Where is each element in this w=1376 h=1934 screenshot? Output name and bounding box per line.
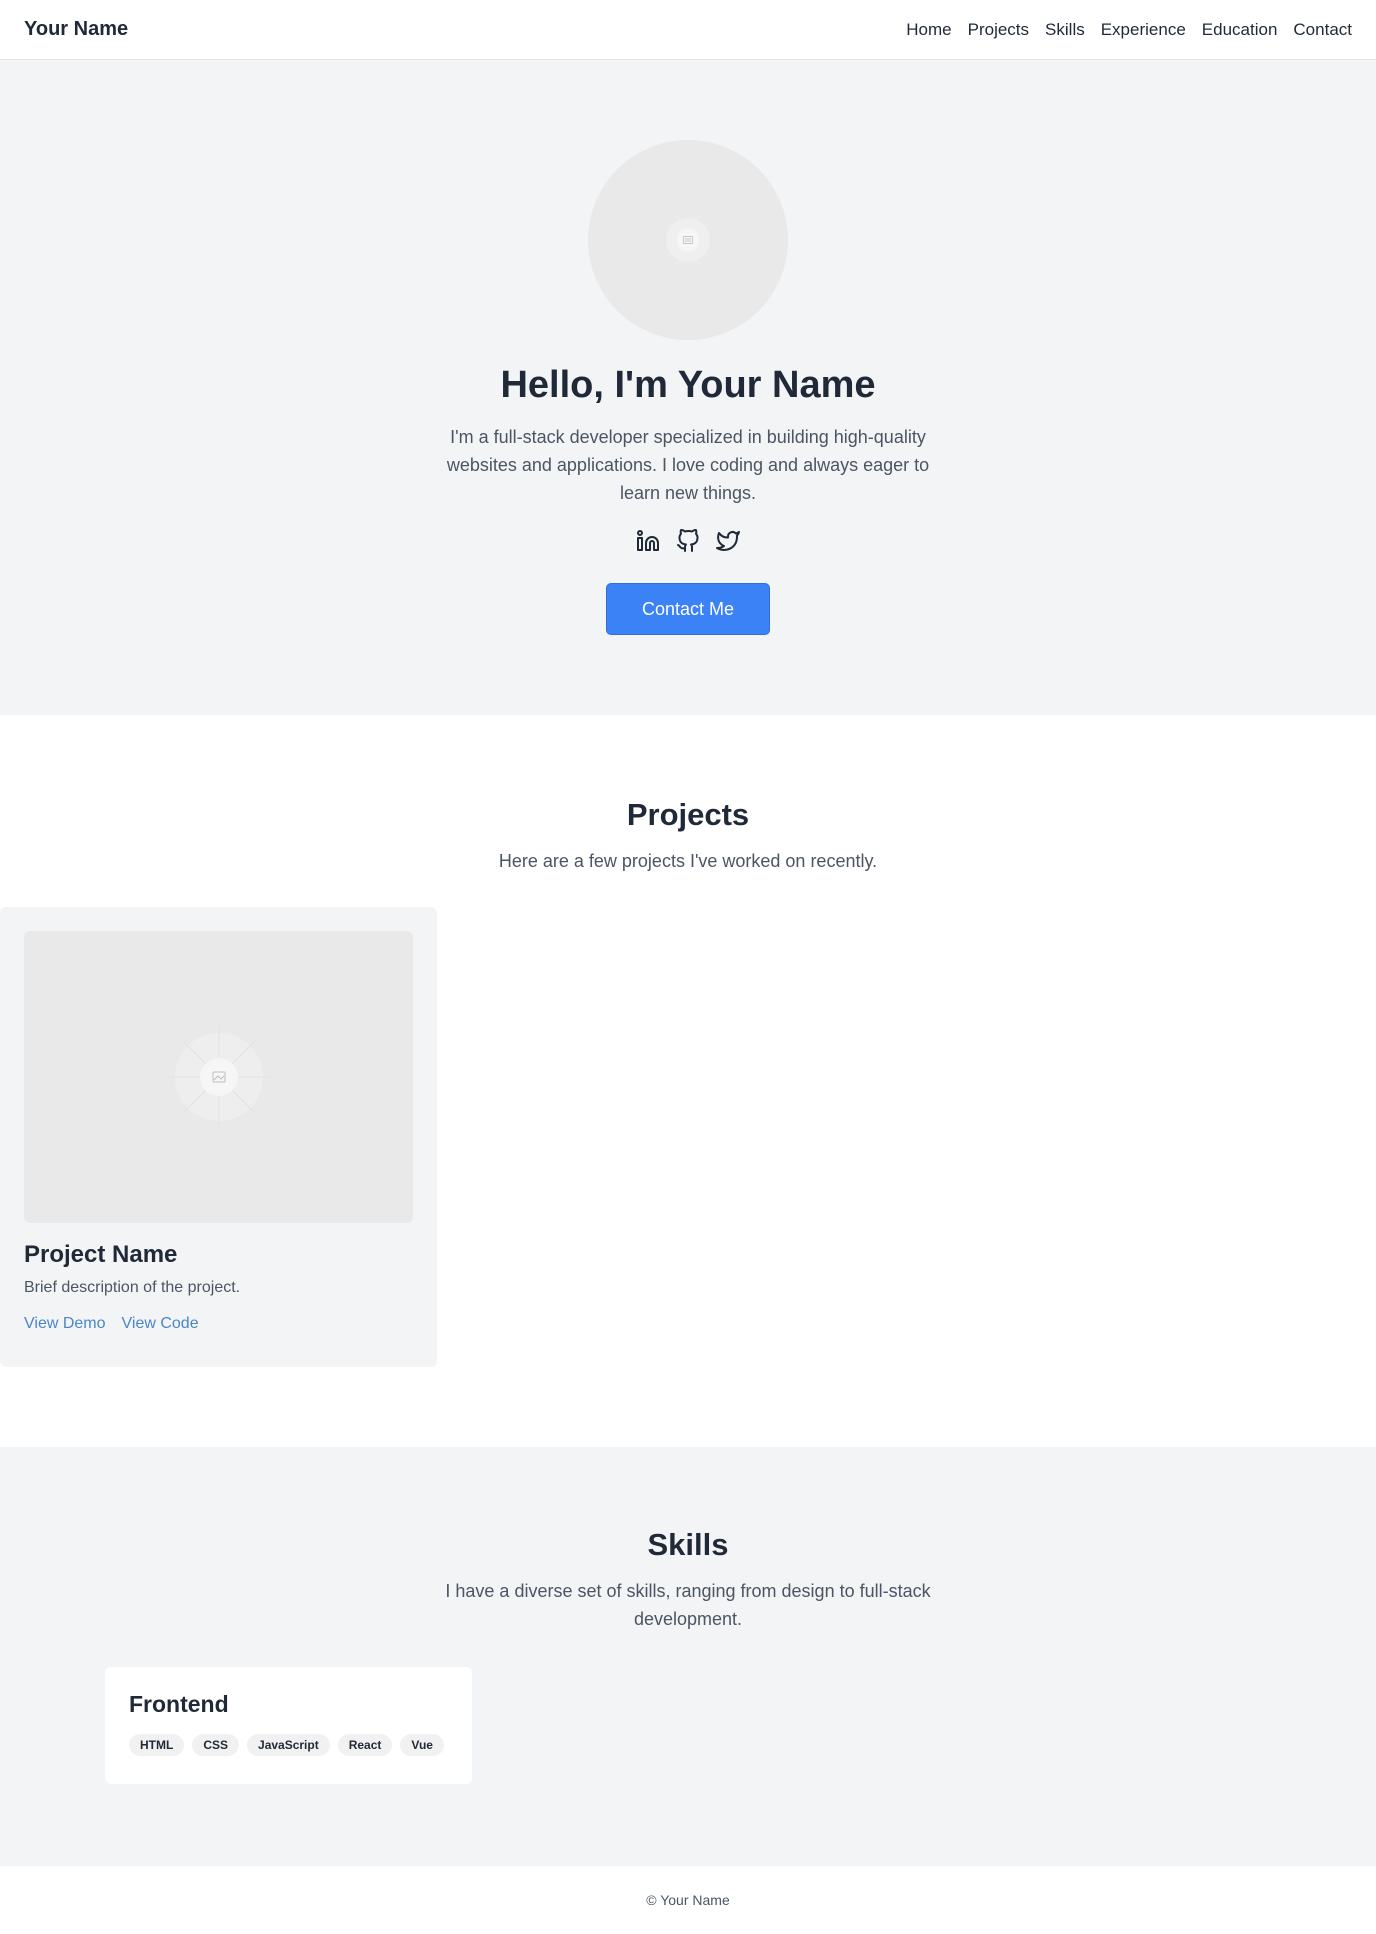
skill-card-title: Frontend [129, 1691, 229, 1717]
project-description: Brief description of the project. [24, 1279, 241, 1296]
nav-link-experience[interactable]: Experience [1101, 20, 1186, 40]
project-image-placeholder [24, 931, 413, 1223]
projects-title: Projects [626, 797, 750, 832]
projects-section: Projects Here are a few projects I've wo… [0, 715, 1376, 1447]
nav-link-contact[interactable]: Contact [1293, 20, 1352, 40]
skill-tag-html: HTML [129, 1734, 185, 1756]
nav-link-skills[interactable]: Skills [1045, 20, 1085, 40]
image-placeholder-icon [167, 1026, 270, 1128]
project-links: View Demo View Code [24, 1315, 413, 1333]
image-icon [683, 236, 693, 244]
hero-title: Hello, I'm Your Name [500, 364, 876, 406]
view-code-link[interactable]: View Code [122, 1315, 199, 1333]
nav-links: Home Projects Skills Experience Educatio… [906, 20, 1352, 40]
view-demo-link[interactable]: View Demo [24, 1315, 106, 1333]
projects-subtitle: Here are a few projects I've worked on r… [498, 851, 878, 871]
avatar [588, 140, 788, 340]
twitter-icon[interactable] [716, 529, 740, 553]
top-navbar: Your Name Home Projects Skills Experienc… [0, 0, 1376, 60]
social-links [636, 529, 740, 553]
skill-tag-react: React [337, 1734, 393, 1756]
skill-card-frontend: Frontend HTML CSS JavaScript React Vue [105, 1667, 472, 1784]
skill-tags: HTML CSS JavaScript React Vue [129, 1734, 448, 1756]
skills-title: Skills [647, 1527, 729, 1562]
linkedin-icon[interactable] [636, 529, 660, 553]
skill-tag-vue: Vue [400, 1734, 444, 1756]
nav-link-education[interactable]: Education [1202, 20, 1278, 40]
github-icon[interactable] [676, 529, 700, 553]
skills-section: Skills I have a diverse set of skills, r… [0, 1447, 1376, 1866]
contact-me-button[interactable]: Contact Me [606, 583, 770, 635]
footer: © Your Name [0, 1866, 1376, 1934]
hero-bio: I'm a full-stack developer specialized i… [446, 427, 930, 503]
skills-subtitle: I have a diverse set of skills, ranging … [445, 1581, 931, 1629]
nav-link-home[interactable]: Home [906, 20, 951, 40]
footer-copyright: © Your Name [646, 1892, 730, 1908]
nav-link-projects[interactable]: Projects [968, 20, 1029, 40]
project-card: Project Name Brief description of the pr… [0, 907, 437, 1367]
site-brand[interactable]: Your Name [24, 18, 128, 41]
skill-tag-javascript: JavaScript [247, 1734, 330, 1756]
hero-section: Hello, I'm Your Name I'm a full-stack de… [0, 60, 1376, 715]
project-name: Project Name [24, 1241, 178, 1268]
image-placeholder-icon [666, 218, 710, 262]
skill-tag-css: CSS [192, 1734, 240, 1756]
